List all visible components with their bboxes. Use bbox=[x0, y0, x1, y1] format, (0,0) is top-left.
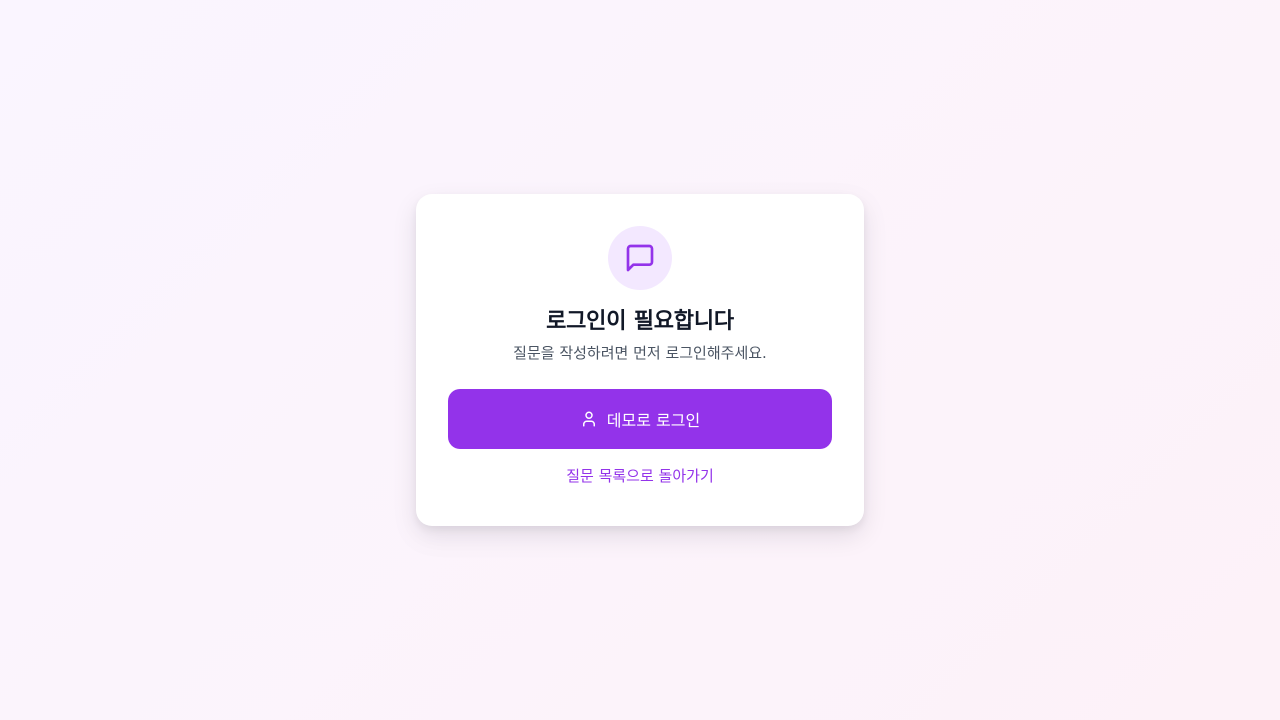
demo-login-button[interactable]: 데모로 로그인 bbox=[448, 389, 832, 449]
login-required-card: 로그인이 필요합니다 질문을 작성하려면 먼저 로그인해주세요. 데모로 로그인… bbox=[416, 194, 864, 526]
demo-login-button-label: 데모로 로그인 bbox=[606, 411, 701, 430]
user-icon bbox=[582, 411, 595, 427]
message-icon-circle bbox=[608, 226, 672, 290]
message-square-icon bbox=[626, 244, 654, 272]
back-to-questions-link[interactable]: 질문 목록으로 돌아가기 bbox=[566, 465, 714, 487]
page-title: 로그인이 필요합니다 bbox=[546, 309, 734, 334]
page-subtitle: 질문을 작성하려면 먼저 로그인해주세요. bbox=[513, 344, 767, 362]
